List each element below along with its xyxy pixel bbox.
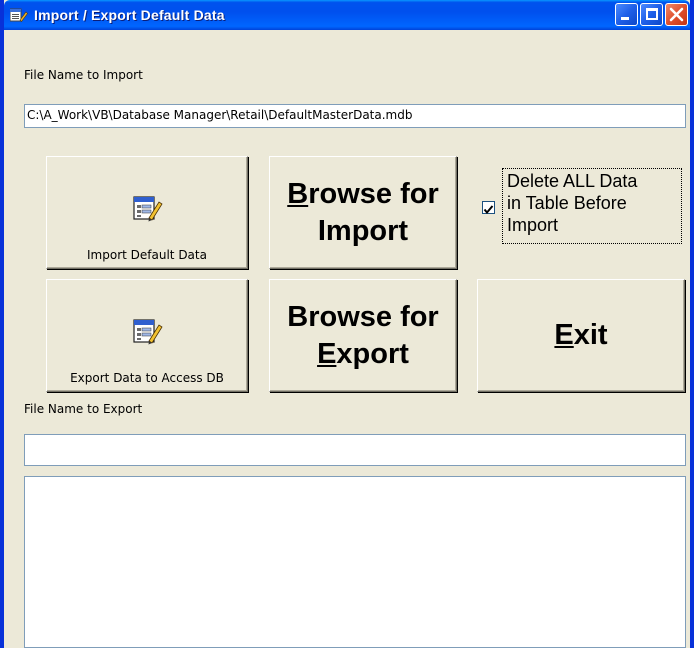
exit-button[interactable]: Exit bbox=[477, 279, 685, 392]
delete-label-line3: Import bbox=[507, 215, 559, 235]
delete-all-data-checkbox[interactable] bbox=[482, 201, 495, 215]
minimize-button[interactable] bbox=[615, 3, 638, 26]
checkmark-icon bbox=[483, 205, 494, 215]
minimize-icon bbox=[621, 17, 629, 20]
delete-all-data-option[interactable]: Delete ALL Data in Table Before Import bbox=[482, 168, 682, 244]
export-data-label: Export Data to Access DB bbox=[70, 371, 224, 385]
import-default-data-button[interactable]: Import Default Data bbox=[46, 156, 248, 269]
form-edit-icon bbox=[133, 319, 163, 345]
import-export-window: Import / Export Default Data File Name t… bbox=[0, 0, 694, 648]
title-bar[interactable]: Import / Export Default Data bbox=[4, 0, 690, 30]
browse-import-accel-letter: B bbox=[287, 177, 309, 210]
exit-label: xit bbox=[573, 319, 608, 351]
browse-export-line2: xport bbox=[336, 337, 409, 370]
app-icon bbox=[9, 7, 28, 23]
maximize-icon bbox=[646, 8, 658, 20]
export-file-input[interactable] bbox=[24, 434, 686, 466]
close-button[interactable] bbox=[665, 3, 688, 26]
close-icon bbox=[669, 7, 684, 22]
import-file-label: File Name to Import bbox=[24, 68, 143, 82]
browse-export-text: Browse for Export bbox=[287, 299, 438, 373]
browse-for-export-button[interactable]: Browse for Export bbox=[269, 279, 457, 392]
window-title: Import / Export Default Data bbox=[34, 7, 225, 23]
export-data-to-access-button[interactable]: Export Data to Access DB bbox=[46, 279, 248, 392]
browse-import-line1: rowse for bbox=[308, 177, 439, 210]
delete-all-data-label: Delete ALL Data in Table Before Import bbox=[507, 170, 637, 236]
browse-export-line1: Browse for bbox=[287, 300, 439, 333]
maximize-button[interactable] bbox=[640, 3, 663, 26]
window-controls bbox=[615, 3, 688, 26]
exit-accel-letter: E bbox=[554, 319, 574, 351]
browse-for-import-button[interactable]: Browse for Import bbox=[269, 156, 457, 269]
browse-import-text: Browse for Import bbox=[287, 176, 438, 250]
exit-text: Exit bbox=[554, 317, 607, 354]
export-file-label: File Name to Export bbox=[24, 402, 143, 416]
delete-label-line1: Delete ALL Data bbox=[507, 171, 638, 191]
log-text-area[interactable] bbox=[24, 476, 686, 648]
browse-export-accel-letter: E bbox=[317, 337, 337, 370]
browse-import-line2: Import bbox=[317, 214, 409, 247]
form-edit-icon bbox=[133, 196, 163, 222]
delete-label-line2: in Table Before bbox=[507, 193, 627, 213]
import-default-data-label: Import Default Data bbox=[87, 248, 207, 262]
import-file-input[interactable]: C:\A_Work\VB\Database Manager\Retail\Def… bbox=[24, 104, 686, 128]
